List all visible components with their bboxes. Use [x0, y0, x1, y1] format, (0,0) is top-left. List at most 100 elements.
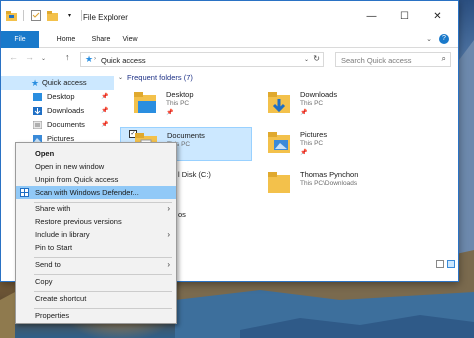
menu-item-open[interactable]: Open: [16, 147, 176, 160]
back-arrow-icon[interactable]: ←: [9, 52, 18, 62]
tile-location: This PC: [166, 100, 190, 107]
sidebar-item-desktop[interactable]: Desktop 📌: [1, 90, 114, 104]
star-icon: ★: [31, 78, 40, 88]
menu-item-include-library[interactable]: Include in library ›: [16, 228, 176, 241]
tab-home[interactable]: Home: [51, 31, 81, 48]
menu-item-send-to[interactable]: Send to ›: [16, 258, 176, 271]
expand-ribbon-icon[interactable]: ⌄: [426, 35, 432, 43]
window-title: File Explorer: [83, 13, 128, 22]
menu-item-label: Unpin from Quick access: [35, 175, 119, 184]
downloads-folder-icon: [268, 92, 290, 113]
toolbar-divider: [81, 10, 82, 21]
help-icon[interactable]: ?: [439, 34, 449, 44]
toolbar-divider: [23, 10, 24, 21]
menu-item-label: Pin to Start: [35, 243, 73, 252]
menu-item-pin-start[interactable]: Pin to Start: [16, 241, 176, 254]
submenu-arrow-icon: ›: [167, 204, 170, 213]
tile-location: This PC: [300, 100, 324, 107]
menu-item-label: Share with: [35, 204, 71, 213]
menu-item-create-shortcut[interactable]: Create shortcut: [16, 292, 176, 305]
search-placeholder: Search Quick access: [341, 56, 412, 65]
sidebar-item-documents[interactable]: Documents 📌: [1, 118, 114, 132]
tab-share[interactable]: Share: [86, 31, 116, 48]
quick-access-toolbar: ▾: [6, 10, 82, 21]
breadcrumb-chevron-icon: ›: [94, 56, 96, 62]
folder-tile-pictures[interactable]: Pictures This PC 📌: [254, 127, 386, 161]
menu-item-properties[interactable]: Properties: [16, 309, 176, 322]
menu-item-unpin[interactable]: Unpin from Quick access: [16, 173, 176, 186]
desktop-folder-icon: [134, 92, 156, 113]
submenu-arrow-icon: ›: [167, 230, 170, 239]
sidebar-item-downloads[interactable]: Downloads 📌: [1, 104, 114, 118]
menu-item-label: Copy: [35, 277, 53, 286]
ribbon-tabs: File Home Share View ⌄ ?: [1, 31, 458, 48]
chevron-down-icon[interactable]: ⌄: [304, 56, 309, 63]
pictures-folder-icon: [268, 132, 290, 153]
menu-item-label: Scan with Windows Defender...: [35, 188, 139, 197]
pin-icon: 📌: [300, 110, 308, 116]
group-header-label: Frequent folders (7): [127, 73, 193, 82]
menu-item-copy[interactable]: Copy: [16, 275, 176, 288]
address-row: ← → ⌄ ↑ ★ › Quick access ⌄ ↻ Search Quic…: [1, 48, 458, 70]
pin-icon: 📌: [300, 150, 308, 156]
view-toggle: [436, 260, 455, 268]
up-arrow-icon[interactable]: ↑: [65, 52, 70, 62]
windows-defender-icon: [20, 188, 29, 197]
sidebar-item-label: Desktop: [47, 92, 75, 101]
documents-icon: [33, 121, 42, 129]
folder-icon: [268, 172, 290, 193]
pin-icon: 📌: [101, 108, 109, 114]
close-button[interactable]: ✕: [421, 1, 454, 31]
tab-file[interactable]: File: [1, 31, 39, 48]
tile-name: Thomas Pynchon: [300, 170, 359, 179]
sidebar-item-label: Downloads: [47, 106, 85, 115]
chevron-down-icon: ⌄: [118, 75, 124, 81]
menu-item-label: Properties: [35, 311, 70, 320]
sidebar-item-label: Quick access: [42, 78, 87, 87]
address-bar[interactable]: ★ › Quick access ⌄ ↻: [80, 52, 324, 67]
maximize-button[interactable]: ☐: [388, 1, 421, 31]
search-icon: ⌕: [441, 54, 446, 63]
tiles-view-icon[interactable]: [447, 260, 455, 268]
tile-name: l Disk (C:): [178, 170, 211, 179]
context-menu: Open Open in new window Unpin from Quick…: [15, 142, 177, 324]
recent-locations-icon[interactable]: ⌄: [41, 55, 46, 62]
group-header[interactable]: ⌄ Frequent folders (7): [118, 73, 193, 82]
tile-name: os: [178, 210, 186, 219]
tab-view[interactable]: View: [116, 31, 144, 48]
properties-icon[interactable]: [30, 10, 41, 21]
submenu-arrow-icon: ›: [167, 260, 170, 269]
sidebar-item-label: Documents: [47, 120, 85, 129]
menu-item-label: Include in library: [35, 230, 90, 239]
breadcrumb: Quick access: [101, 56, 146, 65]
search-input[interactable]: Search Quick access ⌕: [335, 52, 451, 67]
tile-name: Downloads: [300, 90, 338, 99]
details-view-icon[interactable]: [436, 260, 444, 268]
tile-name: Pictures: [300, 130, 328, 139]
title-bar: ▾ File Explorer — ☐ ✕: [1, 1, 458, 31]
refresh-icon[interactable]: ↻: [313, 54, 320, 63]
star-icon: ★: [85, 54, 94, 64]
folder-tile-desktop[interactable]: Desktop This PC 📌: [120, 87, 252, 121]
new-folder-icon[interactable]: [47, 10, 58, 21]
menu-item-open-new-window[interactable]: Open in new window: [16, 160, 176, 173]
menu-item-scan-defender[interactable]: Scan with Windows Defender...: [16, 186, 176, 199]
tile-name: Desktop: [166, 90, 194, 99]
menu-item-label: Send to: [35, 260, 61, 269]
menu-item-label: Open: [35, 149, 55, 158]
chevron-down-icon[interactable]: ▾: [64, 10, 75, 21]
minimize-button[interactable]: —: [355, 1, 388, 31]
menu-item-restore-versions[interactable]: Restore previous versions: [16, 215, 176, 228]
forward-arrow-icon[interactable]: →: [25, 52, 34, 62]
menu-item-share-with[interactable]: Share with ›: [16, 202, 176, 215]
pin-icon: 📌: [101, 94, 109, 100]
tile-location: This PC: [300, 140, 324, 147]
tile-location: This PC\Downloads: [300, 180, 358, 187]
sidebar-item-quick-access[interactable]: ★ Quick access: [1, 76, 114, 90]
downloads-icon: [33, 107, 42, 115]
folder-tile-downloads[interactable]: Downloads This PC 📌: [254, 87, 386, 121]
tile-name: Documents: [167, 131, 205, 140]
folder-icon: [6, 10, 17, 21]
folder-tile-thomas-pynchon[interactable]: Thomas Pynchon This PC\Downloads: [254, 167, 386, 201]
pin-icon: 📌: [166, 110, 174, 116]
